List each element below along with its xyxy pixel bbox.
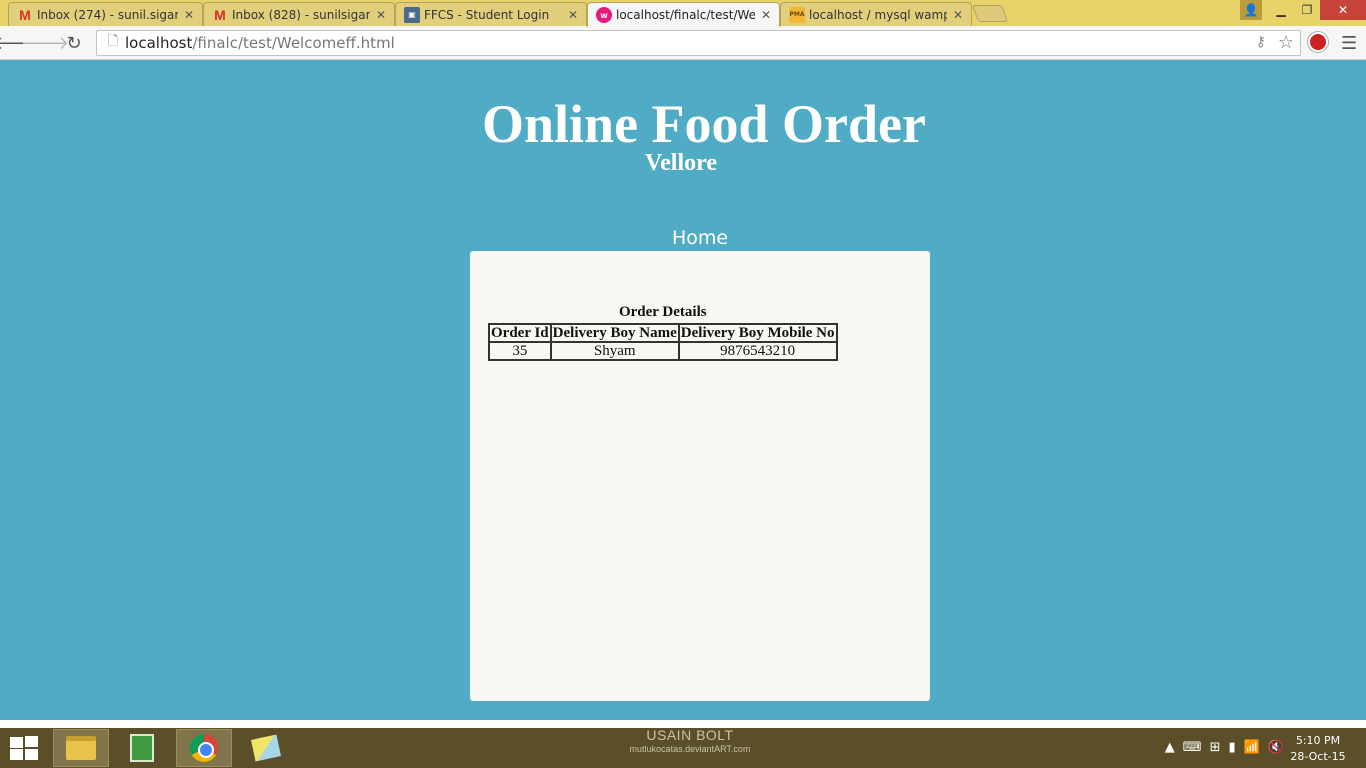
wallpaper-brand-text: USAIN BOLT	[646, 727, 734, 743]
tab-inbox-2[interactable]: M Inbox (828) - sunilsigar00 ✕	[203, 2, 395, 26]
home-link[interactable]: Home	[640, 226, 760, 250]
header-order-id: Order Id	[488, 323, 552, 343]
table-header-row: Order Id Delivery Boy Name Delivery Boy …	[488, 323, 838, 343]
header-delivery-boy-mobile: Delivery Boy Mobile No	[677, 323, 838, 343]
tab-inbox-1[interactable]: M Inbox (274) - sunil.sigar20 ✕	[8, 2, 203, 26]
taskbar-task-manager[interactable]	[114, 729, 170, 767]
sticky-notes-icon	[250, 734, 282, 762]
wallpaper-brand: USAIN BOLT mutlukocatas.deviantART.com	[620, 728, 760, 756]
start-button[interactable]	[10, 736, 38, 760]
volume-muted-icon[interactable]: 🔇	[1268, 740, 1284, 755]
windows-logo-icon	[10, 737, 23, 748]
order-details-table: Order Details Order Id Delivery Boy Name…	[488, 303, 838, 361]
system-clock[interactable]: 5:10 PM 28-Oct-15	[1288, 733, 1348, 765]
content-panel: Order Details Order Id Delivery Boy Name…	[470, 251, 930, 701]
forward-button[interactable]: 🡒	[21, 30, 69, 56]
close-icon[interactable]: ✕	[182, 8, 196, 22]
folder-icon	[66, 736, 96, 760]
key-icon[interactable]: ⚷	[1256, 34, 1266, 50]
windows-logo-icon	[25, 749, 38, 760]
phpmyadmin-icon: PMA	[789, 6, 805, 23]
new-tab-button[interactable]	[971, 5, 1009, 22]
url-text: localhost/finalc/test/Welcomeff.html	[125, 34, 395, 52]
ffcs-icon: ▣	[404, 6, 420, 23]
minimize-button[interactable]: ▁	[1268, 0, 1294, 20]
windows-logo-icon	[25, 736, 38, 747]
tab-title: Inbox (828) - sunilsigar00	[232, 7, 370, 22]
restore-button[interactable]: ❐	[1294, 0, 1320, 20]
window-controls: 👤 ▁ ❐ ✕	[1240, 0, 1366, 20]
header-delivery-boy-name: Delivery Boy Name	[549, 323, 680, 343]
tab-title: Inbox (274) - sunil.sigar20	[37, 7, 178, 22]
gmail-icon: M	[19, 6, 31, 23]
taskbar-chrome[interactable]	[176, 729, 232, 767]
clock-time: 5:10 PM	[1295, 734, 1341, 747]
localhost-icon: w	[596, 7, 612, 23]
tab-title: localhost/finalc/test/Welco	[616, 8, 755, 22]
windows-logo-icon	[10, 749, 23, 760]
tab-strip: M Inbox (274) - sunil.sigar20 ✕ M Inbox …	[0, 0, 1366, 27]
wallpaper-credit: mutlukocatas.deviantART.com	[629, 744, 751, 754]
taskbar-sticky-notes[interactable]	[238, 729, 294, 767]
menu-icon[interactable]: ☰	[1341, 33, 1357, 54]
url-path: /finalc/test/Welcomeff.html	[192, 34, 395, 52]
tab-ffcs[interactable]: ▣ FFCS - Student Login ✕	[395, 2, 587, 26]
bookmark-star-icon[interactable]: ☆	[1278, 32, 1294, 53]
address-bar[interactable]: 🗋 localhost/finalc/test/Welcomeff.html ⚷…	[96, 30, 1301, 56]
cell-delivery-boy-name: Shyam	[549, 341, 680, 361]
close-icon[interactable]: ✕	[759, 8, 773, 22]
reload-button[interactable]: ↻	[61, 30, 87, 56]
windows-icon[interactable]: ⊞	[1210, 740, 1221, 755]
chrome-icon	[190, 734, 218, 762]
page-subtitle: Vellore	[645, 150, 717, 176]
close-icon[interactable]: ✕	[374, 8, 388, 22]
table-caption: Order Details	[618, 304, 707, 320]
browser-toolbar: 🡐 🡒 ↻ 🗋 localhost/finalc/test/Welcomeff.…	[0, 26, 1366, 60]
extension-icon[interactable]	[1308, 32, 1328, 52]
cell-delivery-boy-mobile: 9876543210	[677, 341, 838, 361]
notepad-icon	[130, 734, 154, 762]
clock-date: 28-Oct-15	[1290, 750, 1346, 763]
tab-title: FFCS - Student Login	[424, 7, 550, 22]
profile-icon[interactable]: 👤	[1240, 0, 1262, 20]
tab-phpmyadmin[interactable]: PMA localhost / mysql wampse ✕	[780, 2, 972, 26]
taskbar: USAIN BOLT mutlukocatas.deviantART.com ▲…	[0, 728, 1366, 768]
close-icon[interactable]: ✕	[951, 8, 965, 22]
network-signal-icon[interactable]: 📶	[1244, 740, 1260, 755]
close-icon[interactable]: ✕	[566, 8, 580, 22]
keyboard-icon[interactable]: ⌨	[1183, 740, 1202, 755]
url-host: localhost	[125, 34, 193, 52]
page-icon: 🗋	[107, 34, 119, 49]
gmail-icon: M	[214, 6, 226, 23]
table-row: 35 Shyam 9876543210	[488, 341, 838, 361]
page-title: Online Food Order	[482, 94, 926, 154]
show-hidden-icons-icon[interactable]: ▲	[1165, 740, 1175, 755]
system-tray: ▲ ⌨ ⊞ ▮ 📶 🔇	[1165, 740, 1284, 755]
taskbar-file-explorer[interactable]	[53, 729, 109, 767]
battery-icon[interactable]: ▮	[1228, 740, 1235, 755]
tab-localhost-active[interactable]: w localhost/finalc/test/Welco ✕	[587, 2, 780, 27]
close-window-button[interactable]: ✕	[1320, 0, 1366, 20]
cell-order-id: 35	[488, 341, 552, 361]
tab-title: localhost / mysql wampse	[809, 7, 947, 22]
